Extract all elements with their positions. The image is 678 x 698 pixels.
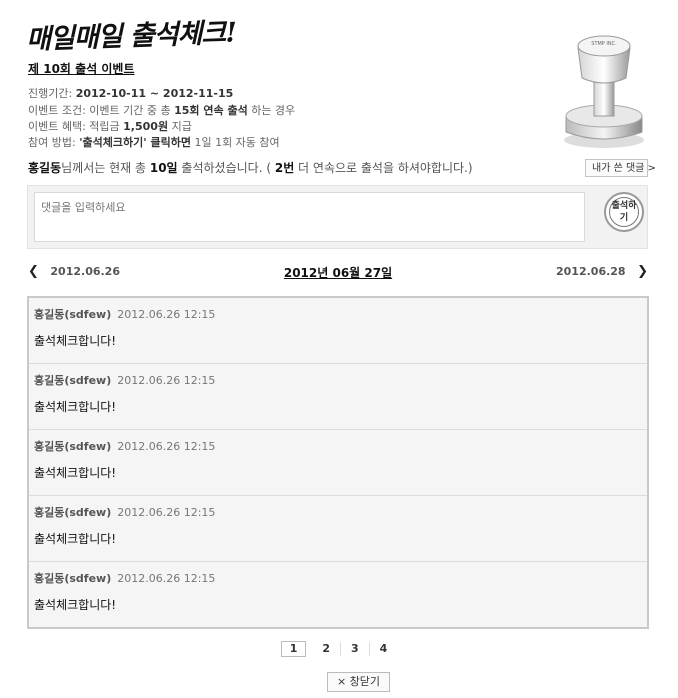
stamp-illustration: STMP INC. xyxy=(564,35,644,148)
event-period: 진행기간: 2012-10-11 ~ 2012-11-15 xyxy=(28,87,234,100)
entry-text: 출석체크합니다! xyxy=(34,400,117,414)
entry-text: 출석체크합니다! xyxy=(34,598,117,612)
event-method: 참여 방법: '출석체크하기' 클릭하면 1일 1회 자동 참여 xyxy=(28,136,280,149)
event-name: 제 10회 출석 이벤트 xyxy=(28,62,135,76)
list-item: 홍길동(sdfew) 2012.06.26 12:15 출석체크합니다! xyxy=(29,562,647,628)
list-item: 홍길동(sdfew) 2012.06.26 12:15 출석체크합니다! xyxy=(29,364,647,430)
entry-time: 2012.06.26 12:15 xyxy=(117,506,216,519)
entry-author: 홍길동(sdfew) xyxy=(34,440,112,453)
svg-text:STMP INC.: STMP INC. xyxy=(591,41,617,47)
next-date-link[interactable]: 2012.06.28 ❯ xyxy=(556,264,648,279)
page-link-3[interactable]: 3 xyxy=(340,642,369,656)
close-window-button[interactable]: × 창닫기 xyxy=(327,672,390,692)
list-item: 홍길동(sdfew) 2012.06.26 12:15 출석체크합니다! xyxy=(29,496,647,562)
comment-input[interactable] xyxy=(34,192,585,242)
page-link-1[interactable]: 1 xyxy=(280,641,307,657)
pagination: 1234 xyxy=(0,641,678,657)
current-date: 2012년 06월 27일 xyxy=(283,266,393,280)
page-title: 매일매일 출석체크! xyxy=(25,17,237,56)
entry-time: 2012.06.26 12:15 xyxy=(117,374,216,387)
list-item: 홍길동(sdfew) 2012.06.26 12:15 출석체크합니다! xyxy=(29,298,647,364)
event-condition: 이벤트 조건: 이벤트 기간 중 총 15회 연속 출석 하는 경우 xyxy=(28,104,296,117)
entry-time: 2012.06.26 12:15 xyxy=(117,572,216,585)
check-button-label: 출석하기 xyxy=(609,197,639,227)
date-navigation: ❮ 2012.06.26 2012년 06월 27일 2012.06.28 ❯ xyxy=(28,264,648,282)
entry-text: 출석체크합니다! xyxy=(34,532,117,546)
entry-time: 2012.06.26 12:15 xyxy=(117,440,216,453)
entry-text: 출석체크합니다! xyxy=(34,334,117,348)
attendance-status: 홍길동님께서는 현재 총 10일 출석하셨습니다. ( 2번 더 연속으로 출석… xyxy=(28,161,473,175)
event-benefit: 이벤트 혜택: 적립금 1,500원 지급 xyxy=(28,120,192,133)
entry-author: 홍길동(sdfew) xyxy=(34,374,112,387)
entry-author: 홍길동(sdfew) xyxy=(34,572,112,585)
page-link-4[interactable]: 4 xyxy=(368,642,398,656)
chevron-right-icon: ❯ xyxy=(637,264,648,279)
page-link-2[interactable]: 2 xyxy=(312,642,340,656)
attendance-check-button[interactable]: 출석하기 xyxy=(604,192,644,232)
entry-text: 출석체크합니다! xyxy=(34,466,117,480)
entry-author: 홍길동(sdfew) xyxy=(34,308,112,321)
comment-list: 홍길동(sdfew) 2012.06.26 12:15 출석체크합니다! 홍길동(… xyxy=(27,296,649,629)
comment-form: 출석하기 xyxy=(27,185,648,249)
entry-author: 홍길동(sdfew) xyxy=(34,506,112,519)
my-comments-button[interactable]: 내가 쓴 댓글 > xyxy=(585,159,656,177)
list-item: 홍길동(sdfew) 2012.06.26 12:15 출석체크합니다! xyxy=(29,430,647,496)
entry-time: 2012.06.26 12:15 xyxy=(117,308,216,321)
